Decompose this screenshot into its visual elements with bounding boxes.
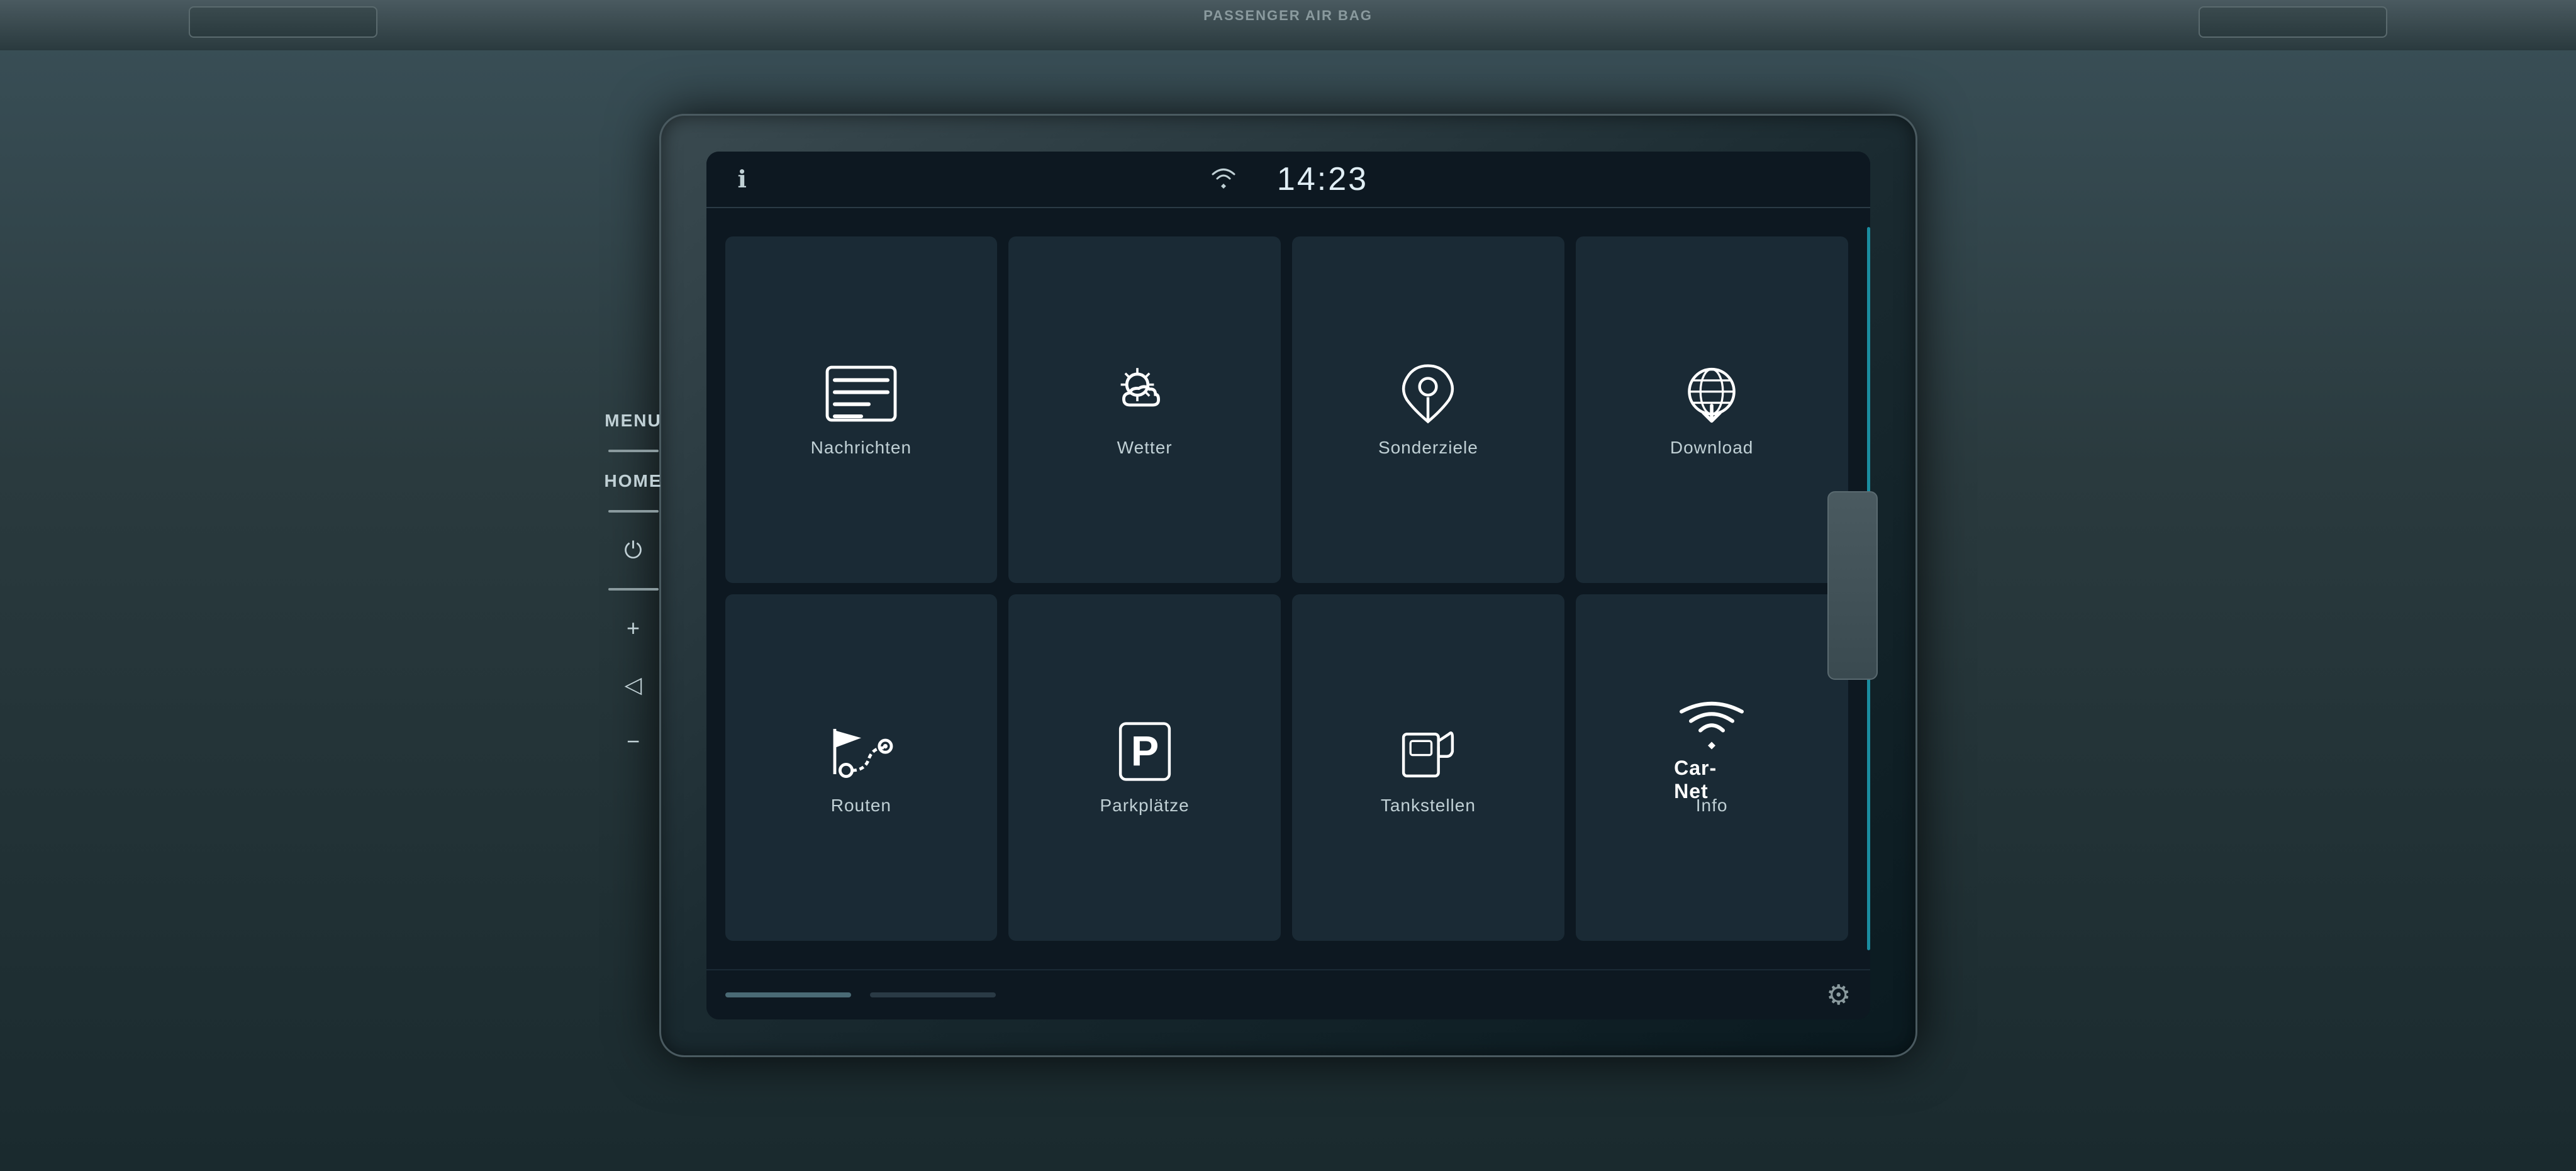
- plus-button[interactable]: +: [615, 609, 652, 647]
- wetter-label: Wetter: [1117, 438, 1173, 458]
- main-screen: ℹ 14:23: [706, 152, 1870, 1019]
- power-button[interactable]: ⏻: [615, 531, 652, 569]
- svg-text:P: P: [1130, 728, 1158, 775]
- control-line-2: [608, 510, 659, 513]
- sonderziele-icon: [1390, 362, 1466, 425]
- control-line-3: [608, 588, 659, 591]
- screen-bezel: MENU HOME ⏻ + ◁ − ℹ: [659, 114, 1917, 1057]
- top-vent: PASSENGER AIR BAG: [0, 0, 2576, 50]
- nachrichten-label: Nachrichten: [811, 438, 912, 458]
- app-tile-nachrichten[interactable]: Nachrichten: [725, 236, 998, 583]
- indicator-bar-2: [870, 992, 996, 997]
- tankstellen-label: Tankstellen: [1381, 796, 1476, 816]
- status-center: 14:23: [1208, 160, 1368, 198]
- menu-label: MENU: [605, 411, 661, 431]
- app-tile-parkplaetze[interactable]: P Parkplätze: [1008, 594, 1281, 941]
- time-display: 14:23: [1277, 160, 1368, 198]
- left-controls: MENU HOME ⏻ + ◁ −: [605, 411, 662, 760]
- app-tile-wetter[interactable]: Wetter: [1008, 236, 1281, 583]
- speaker-button[interactable]: ◁: [615, 666, 652, 704]
- vent-right: [2199, 6, 2387, 38]
- app-tile-routen[interactable]: Routen: [725, 594, 998, 941]
- parkplaetze-label: Parkplätze: [1100, 796, 1189, 816]
- sonderziele-label: Sonderziele: [1378, 438, 1478, 458]
- wetter-icon: [1107, 362, 1183, 425]
- app-grid: Nachrichten: [725, 236, 1848, 941]
- app-tile-tankstellen[interactable]: Tankstellen: [1292, 594, 1564, 941]
- grab-handle: [1827, 491, 1878, 680]
- wifi-icon: [1208, 164, 1239, 195]
- bottom-bar: ⚙: [706, 969, 1870, 1019]
- status-bar: ℹ 14:23: [706, 152, 1870, 208]
- parkplaetze-icon: P: [1107, 720, 1183, 783]
- app-tile-sonderziele[interactable]: Sonderziele: [1292, 236, 1564, 583]
- grid-area: Nachrichten: [706, 221, 1867, 957]
- main-content: Nachrichten: [706, 208, 1870, 969]
- nachrichten-icon: [823, 362, 899, 425]
- airbag-label: PASSENGER AIR BAG: [1203, 8, 1373, 24]
- info-icon: ℹ: [738, 165, 747, 194]
- status-left: ℹ: [738, 165, 747, 194]
- vent-left: [189, 6, 377, 38]
- home-label: HOME: [605, 471, 662, 491]
- routen-label: Routen: [831, 796, 891, 816]
- control-line-1: [608, 450, 659, 452]
- indicator-bar-1: [725, 992, 851, 997]
- minus-button[interactable]: −: [615, 723, 652, 760]
- carnet-icon: Car-Net: [1674, 720, 1749, 783]
- settings-icon[interactable]: ⚙: [1826, 979, 1851, 1011]
- info-label: Info: [1696, 796, 1728, 816]
- app-tile-info[interactable]: Car-Net Info: [1576, 594, 1848, 941]
- app-tile-download[interactable]: Download: [1576, 236, 1848, 583]
- tankstellen-icon: [1390, 720, 1466, 783]
- download-label: Download: [1670, 438, 1754, 458]
- routen-icon: [823, 720, 899, 783]
- download-icon: [1674, 362, 1749, 425]
- car-interior: PASSENGER AIR BAG MENU HOME ⏻ + ◁ − ℹ: [0, 0, 2576, 1171]
- bottom-indicators: [725, 992, 996, 997]
